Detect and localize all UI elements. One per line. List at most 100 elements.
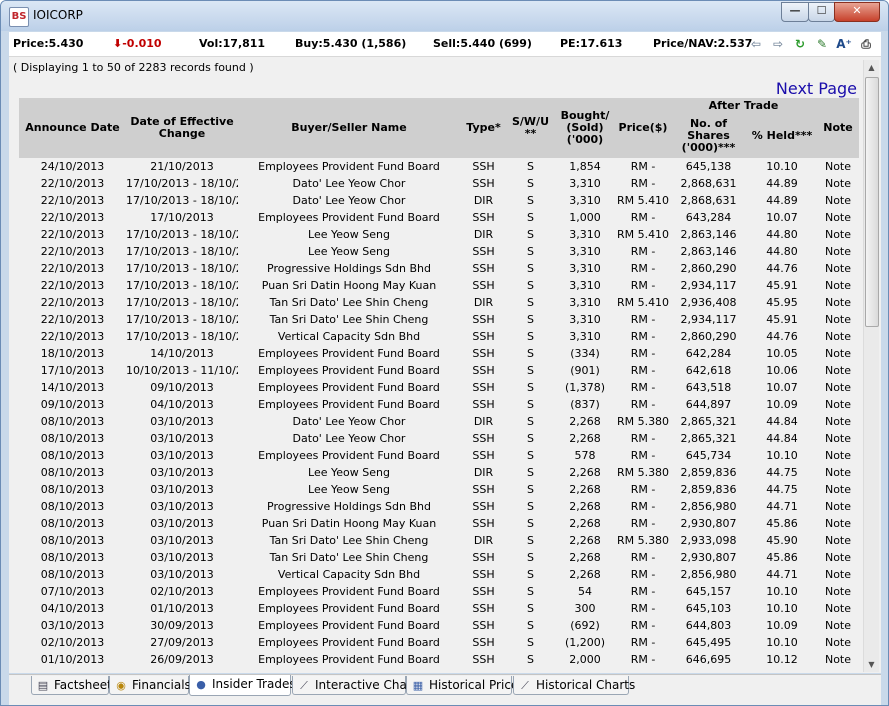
table-row[interactable]: 22/10/2013 17/10/2013 - 18/10/2013 Progres…	[19, 260, 859, 277]
header-shares[interactable]: No. of Shares ('000)***	[670, 114, 747, 158]
tab-factsheet[interactable]: ▤ Factsheet	[31, 676, 112, 695]
note-link[interactable]: Note	[817, 362, 859, 379]
note-link[interactable]: Note	[817, 260, 859, 277]
note-link[interactable]: Note	[817, 328, 859, 345]
tab-interactive-chart[interactable]: ⟋ Interactive Chart	[292, 676, 416, 695]
cell-bought-sold: 2,268	[569, 500, 601, 513]
note-link[interactable]: Note	[817, 158, 859, 175]
cell-name: Employees Provident Fund Board	[258, 364, 440, 377]
table-row[interactable]: 22/10/2013 17/10/2013 - 18/10/2013 Tan Sri…	[19, 311, 859, 328]
table-row[interactable]: 03/10/2013 30/09/2013 Employees Provident …	[19, 617, 859, 634]
table-row[interactable]: 08/10/2013 03/10/2013 Lee Yeow Seng SSH S 2,2…	[19, 481, 859, 498]
table-row[interactable]: 08/10/2013 03/10/2013 Progressive Holdings…	[19, 498, 859, 515]
header-swu[interactable]: S/W/U **	[507, 98, 554, 158]
tab-insider-trades[interactable]: ● Insider Trades	[189, 675, 296, 696]
header-note[interactable]: Note	[817, 98, 859, 158]
edit-icon[interactable]: ✎	[813, 36, 831, 52]
note-link[interactable]: Note	[817, 192, 859, 209]
table-row[interactable]: 17/10/2013 10/10/2013 - 11/10/2013 Employe…	[19, 362, 859, 379]
note-link[interactable]: Note	[817, 430, 859, 447]
cell-bought-sold: 3,310	[569, 194, 601, 207]
vertical-scrollbar[interactable]: ▲ ▼	[863, 60, 879, 672]
table-row[interactable]: 08/10/2013 03/10/2013 Vertical Capacity Sd…	[19, 566, 859, 583]
note-link[interactable]: Note	[817, 617, 859, 634]
table-row[interactable]: 22/10/2013 17/10/2013 - 18/10/2013 Lee Yeo…	[19, 226, 859, 243]
table-row[interactable]: 04/10/2013 01/10/2013 Employees Provident …	[19, 600, 859, 617]
note-link[interactable]: Note	[817, 311, 859, 328]
tab-historical-charts[interactable]: ⟋ Historical Charts	[513, 676, 635, 695]
note-link[interactable]: Note	[817, 294, 859, 311]
title-bar[interactable]: BS IOICORP — ☐ ✕	[1, 1, 888, 31]
font-size-icon[interactable]: A⁺	[835, 36, 853, 52]
header-price[interactable]: Price($)	[616, 98, 670, 158]
tab-historical-price[interactable]: ▦ Historical Price	[406, 676, 518, 695]
refresh-icon[interactable]: ↻	[791, 36, 809, 52]
note-link[interactable]: Note	[817, 464, 859, 481]
note-link[interactable]: Note	[817, 379, 859, 396]
table-row[interactable]: 01/10/2013 26/09/2013 Employees Provident …	[19, 651, 859, 668]
table-row[interactable]: 08/10/2013 03/10/2013 Puan Sri Datin Hoong…	[19, 515, 859, 532]
forward-arrow-icon[interactable]: ⇨	[769, 36, 787, 52]
print-icon[interactable]: ⎙	[857, 36, 875, 52]
scroll-up-icon[interactable]: ▲	[864, 60, 879, 75]
table-row[interactable]: 08/10/2013 03/10/2013 Tan Sri Dato' Lee Sh…	[19, 549, 859, 566]
note-link[interactable]: Note	[817, 515, 859, 532]
note-link[interactable]: Note	[817, 175, 859, 192]
cell-name: Employees Provident Fund Board	[258, 347, 440, 360]
header-type[interactable]: Type*	[460, 98, 507, 158]
header-held[interactable]: % Held***	[747, 114, 817, 158]
note-link[interactable]: Note	[817, 243, 859, 260]
header-name[interactable]: Buyer/Seller Name	[238, 98, 460, 158]
cell-price: RM 5.380	[616, 415, 670, 428]
header-bought-sold[interactable]: Bought/ (Sold) ('000)	[554, 98, 616, 158]
table-row[interactable]: 22/10/2013 17/10/2013 - 18/10/2013 Lee Yeo…	[19, 243, 859, 260]
note-link[interactable]: Note	[817, 277, 859, 294]
note-link[interactable]: Note	[817, 583, 859, 600]
table-row[interactable]: 08/10/2013 03/10/2013 Dato' Lee Yeow Chor S…	[19, 430, 859, 447]
table-row[interactable]: 08/10/2013 03/10/2013 Lee Yeow Seng DIR S 2,2…	[19, 464, 859, 481]
header-effective-date[interactable]: Date of Effective Change	[126, 98, 238, 158]
note-link[interactable]: Note	[817, 566, 859, 583]
table-row[interactable]: 18/10/2013 14/10/2013 Employees Provident …	[19, 345, 859, 362]
table-row[interactable]: 02/10/2013 27/09/2013 Employees Provident …	[19, 634, 859, 651]
header-announce-date[interactable]: Announce Date	[19, 98, 126, 158]
minimize-button[interactable]: —	[781, 2, 809, 22]
table-row[interactable]: 22/10/2013 17/10/2013 - 18/10/2013 Puan Sr…	[19, 277, 859, 294]
cell-shares: 2,863,146	[680, 245, 737, 258]
note-link[interactable]: Note	[817, 413, 859, 430]
table-row[interactable]: 08/10/2013 03/10/2013 Employees Provident …	[19, 447, 859, 464]
table-row[interactable]: 08/10/2013 03/10/2013 Dato' Lee Yeow Chor D…	[19, 413, 859, 430]
cell-announce-date: 22/10/2013	[40, 262, 105, 275]
scrollbar-thumb[interactable]	[865, 77, 879, 327]
table-row[interactable]: 22/10/2013 17/10/2013 - 18/10/2013 Vertica…	[19, 328, 859, 345]
table-row[interactable]: 07/10/2013 02/10/2013 Employees Provident …	[19, 583, 859, 600]
close-button[interactable]: ✕	[834, 2, 880, 22]
table-row[interactable]: 09/10/2013 04/10/2013 Employees Provident …	[19, 396, 859, 413]
note-link[interactable]: Note	[817, 532, 859, 549]
note-link[interactable]: Note	[817, 226, 859, 243]
note-link[interactable]: Note	[817, 396, 859, 413]
table-row[interactable]: 22/10/2013 17/10/2013 Employees Provident …	[19, 209, 859, 226]
back-arrow-icon[interactable]: ⇦	[747, 36, 765, 52]
table-row[interactable]: 22/10/2013 17/10/2013 - 18/10/2013 Tan Sri…	[19, 294, 859, 311]
note-link[interactable]: Note	[817, 345, 859, 362]
note-link[interactable]: Note	[817, 549, 859, 566]
tab-financials[interactable]: ◉ Financials	[109, 676, 191, 695]
scroll-down-icon[interactable]: ▼	[864, 657, 879, 672]
table-row[interactable]: 22/10/2013 17/10/2013 - 18/10/2013 Dato' L…	[19, 175, 859, 192]
table-row[interactable]: 24/10/2013 21/10/2013 Employees Provident …	[19, 158, 859, 175]
note-link[interactable]: Note	[817, 651, 859, 668]
table-row[interactable]: 14/10/2013 09/10/2013 Employees Provident …	[19, 379, 859, 396]
cell-bought-sold: 3,310	[569, 279, 601, 292]
cell-bought-sold: 1,000	[569, 211, 601, 224]
note-link[interactable]: Note	[817, 600, 859, 617]
note-link[interactable]: Note	[817, 447, 859, 464]
note-link[interactable]: Note	[817, 634, 859, 651]
note-link[interactable]: Note	[817, 209, 859, 226]
note-link[interactable]: Note	[817, 498, 859, 515]
next-page-link[interactable]: Next Page	[776, 79, 857, 98]
maximize-button[interactable]: ☐	[808, 2, 835, 22]
table-row[interactable]: 22/10/2013 17/10/2013 - 18/10/2013 Dato' L…	[19, 192, 859, 209]
note-link[interactable]: Note	[817, 481, 859, 498]
table-row[interactable]: 08/10/2013 03/10/2013 Tan Sri Dato' Lee Sh…	[19, 532, 859, 549]
